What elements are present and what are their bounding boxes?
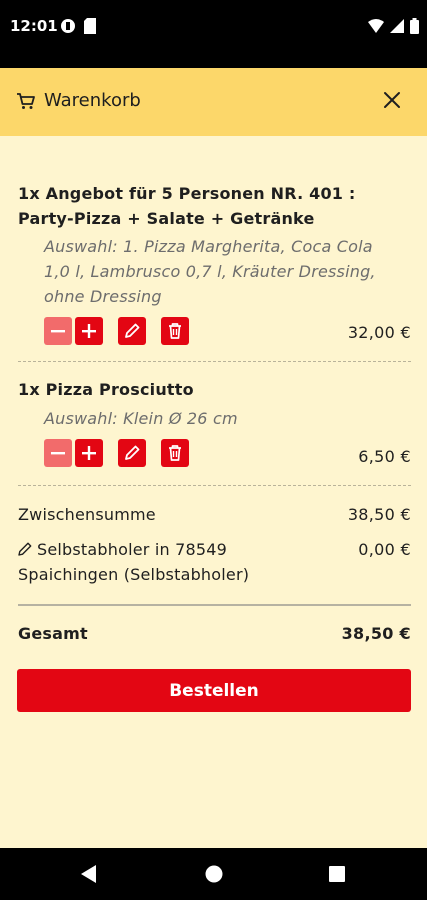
minus-icon — [51, 452, 65, 455]
cart-item-actions — [44, 439, 189, 467]
system-nav-bar — [0, 848, 427, 900]
delivery-method-label[interactable]: Selbstabholer in 78549 Spaichingen (Selb… — [18, 537, 318, 587]
cart-item-title: 1x Angebot für 5 Personen NR. 401 : Part… — [18, 184, 356, 228]
divider — [18, 604, 411, 606]
trash-icon — [169, 445, 181, 461]
cart-item-actions — [44, 317, 189, 345]
edit-item-button[interactable] — [118, 317, 146, 345]
close-icon[interactable] — [380, 88, 404, 112]
subtotal-label: Zwischensumme — [18, 505, 156, 524]
plus-icon — [82, 446, 96, 460]
minus-icon — [51, 330, 65, 333]
home-icon[interactable] — [205, 865, 223, 883]
plus-icon — [82, 324, 96, 338]
delete-item-button[interactable] — [161, 439, 189, 467]
notification-app-icon — [61, 19, 75, 33]
delete-item-button[interactable] — [161, 317, 189, 345]
divider — [18, 485, 411, 486]
status-time: 12:01 — [10, 17, 58, 35]
battery-icon — [410, 18, 419, 34]
total-label: Gesamt — [18, 624, 88, 643]
cart-item-title: 1x Pizza Prosciutto — [18, 380, 194, 399]
page-title: Warenkorb — [44, 90, 141, 111]
wifi-icon — [368, 19, 384, 33]
edit-item-button[interactable] — [118, 439, 146, 467]
cart-item-price: 6,50 € — [358, 447, 411, 466]
back-icon[interactable] — [81, 865, 97, 883]
decrease-quantity-button[interactable] — [44, 317, 72, 345]
delivery-fee-value: 0,00 € — [358, 540, 411, 559]
pencil-icon — [125, 445, 140, 460]
subtotal-value: 38,50 € — [347, 505, 411, 524]
trash-icon — [169, 323, 181, 339]
recents-icon[interactable] — [329, 866, 345, 882]
cart-item-selection: Auswahl: Klein Ø 26 cm — [44, 409, 238, 428]
shopping-cart-icon — [17, 93, 35, 109]
increase-quantity-button[interactable] — [75, 439, 103, 467]
status-bar: 12:01 — [0, 0, 427, 68]
increase-quantity-button[interactable] — [75, 317, 103, 345]
cart-item-selection: Auswahl: 1. Pizza Margherita, Coca Cola … — [44, 237, 376, 306]
divider — [18, 361, 411, 362]
decrease-quantity-button[interactable] — [44, 439, 72, 467]
pencil-icon — [125, 323, 140, 338]
signal-icon — [390, 19, 404, 33]
total-value: 38,50 € — [341, 624, 411, 643]
cart-item-price: 32,00 € — [347, 323, 411, 342]
order-button[interactable]: Bestellen — [17, 669, 411, 712]
sim-card-icon — [84, 18, 96, 34]
